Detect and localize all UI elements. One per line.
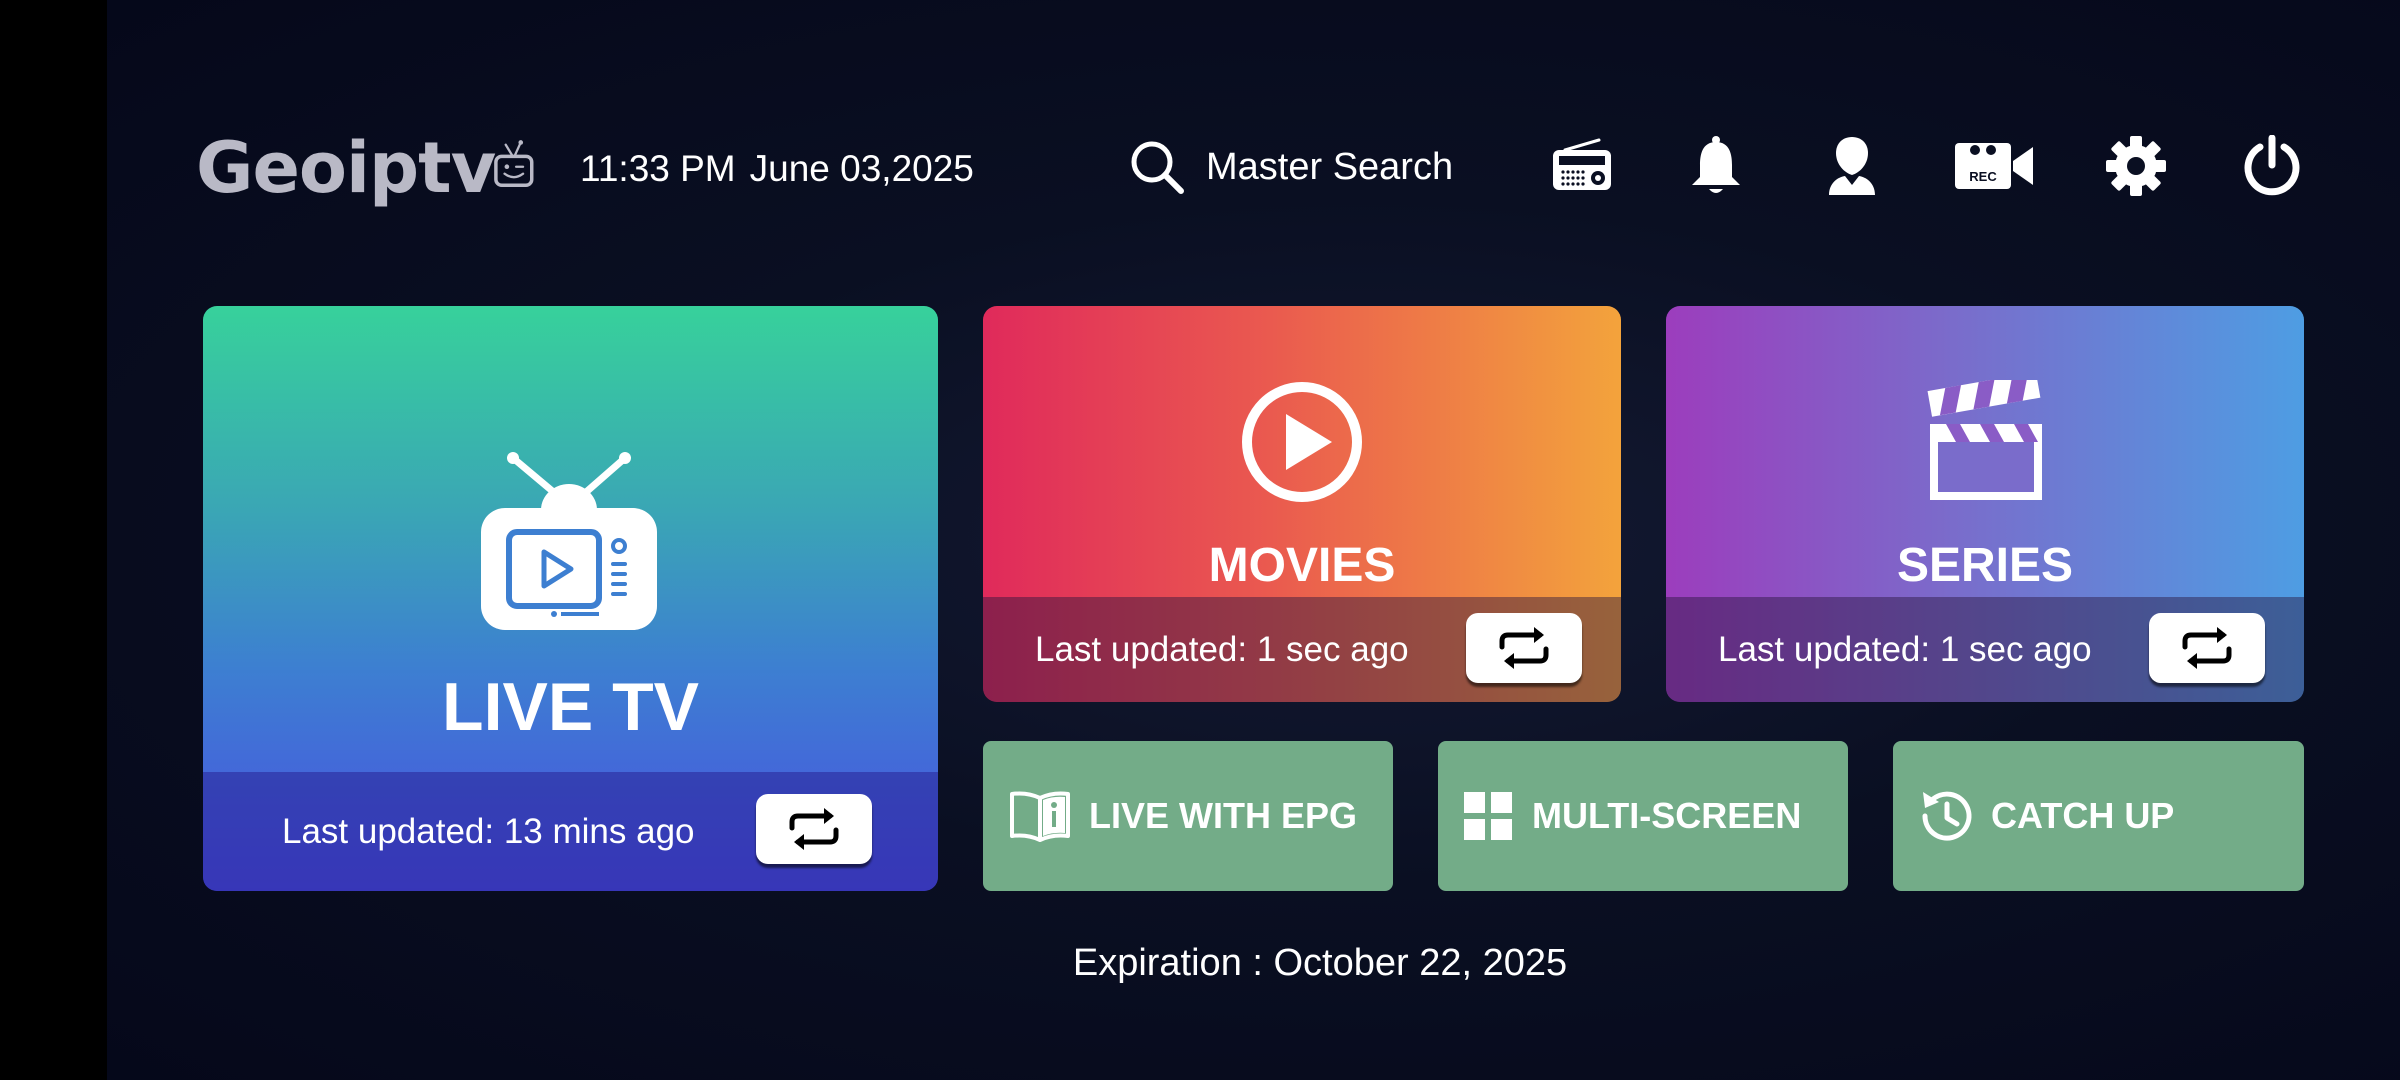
series-card[interactable]: SERIES Last updated: 1 sec ago [1666, 306, 2304, 702]
datetime: 11:33 PM June 03,2025 [580, 148, 974, 190]
user-icon [1829, 137, 1875, 195]
series-refresh-button[interactable] [2149, 613, 2265, 683]
multi-screen-button[interactable]: MULTI-SCREEN [1438, 741, 1848, 891]
grid-icon [1464, 792, 1512, 840]
movies-footer: Last updated: 1 sec ago [983, 597, 1621, 702]
search-label: Master Search [1206, 145, 1454, 188]
live-tv-card[interactable]: LIVE TV Last updated: 13 mins ago [203, 306, 938, 891]
play-circle-icon [1242, 382, 1362, 502]
live-tv-refresh-button[interactable] [756, 794, 872, 864]
settings-button[interactable] [2098, 128, 2174, 204]
live-with-epg-label: LIVE WITH EPG [1089, 795, 1358, 836]
expiration-text: Expiration : October 22, 2025 [1072, 942, 1568, 984]
master-search-button[interactable]: Master Search [1128, 132, 1453, 202]
movies-refresh-button[interactable] [1466, 613, 1582, 683]
series-title: SERIES [1896, 539, 2074, 592]
screen: Geoiptv 11:33 PM June 03,2025 Master Sear… [0, 0, 2400, 1080]
refresh-icon [789, 808, 839, 850]
series-last-updated: Last updated: 1 sec ago [1718, 629, 2092, 669]
live-tv-title: LIVE TV [442, 669, 699, 745]
clock-time: 11:33 PM [580, 148, 736, 189]
search-icon [1131, 141, 1184, 194]
catch-up-label: CATCH UP [1991, 795, 2175, 836]
refresh-icon [1499, 627, 1549, 669]
bell-icon [1692, 136, 1740, 193]
account-button[interactable] [1814, 128, 1890, 204]
logo-text: Geoiptv [196, 127, 496, 209]
rec-label: REC [1969, 169, 1997, 184]
rec-camera-icon: REC [1955, 143, 2033, 189]
book-info-icon [1010, 791, 1070, 842]
movies-last-updated: Last updated: 1 sec ago [1035, 629, 1409, 669]
radio-icon [1553, 138, 1611, 190]
logo-tv-face-icon [494, 140, 534, 187]
tv-icon [481, 452, 657, 630]
refresh-icon [2182, 627, 2232, 669]
live-tv-last-updated: Last updated: 13 mins ago [282, 811, 695, 851]
clapperboard-icon [1927, 380, 2042, 500]
history-icon [1922, 791, 1972, 841]
series-footer: Last updated: 1 sec ago [1666, 597, 2304, 702]
power-icon [2244, 135, 2300, 196]
live-tv-footer: Last updated: 13 mins ago [203, 772, 938, 891]
power-button[interactable] [2234, 128, 2310, 204]
movies-card[interactable]: MOVIES Last updated: 1 sec ago [983, 306, 1621, 702]
catch-up-button[interactable]: CATCH UP [1893, 741, 2304, 891]
clock-date: June 03,2025 [749, 148, 974, 189]
radio-button[interactable] [1544, 128, 1620, 204]
multi-screen-label: MULTI-SCREEN [1532, 795, 1802, 836]
movies-title: MOVIES [1208, 539, 1396, 592]
notifications-button[interactable] [1678, 128, 1754, 204]
recordings-button[interactable]: REC [1955, 128, 2035, 204]
gear-icon [2106, 136, 2166, 196]
app-logo: Geoiptv [196, 118, 536, 218]
live-with-epg-button[interactable]: LIVE WITH EPG [983, 741, 1393, 891]
